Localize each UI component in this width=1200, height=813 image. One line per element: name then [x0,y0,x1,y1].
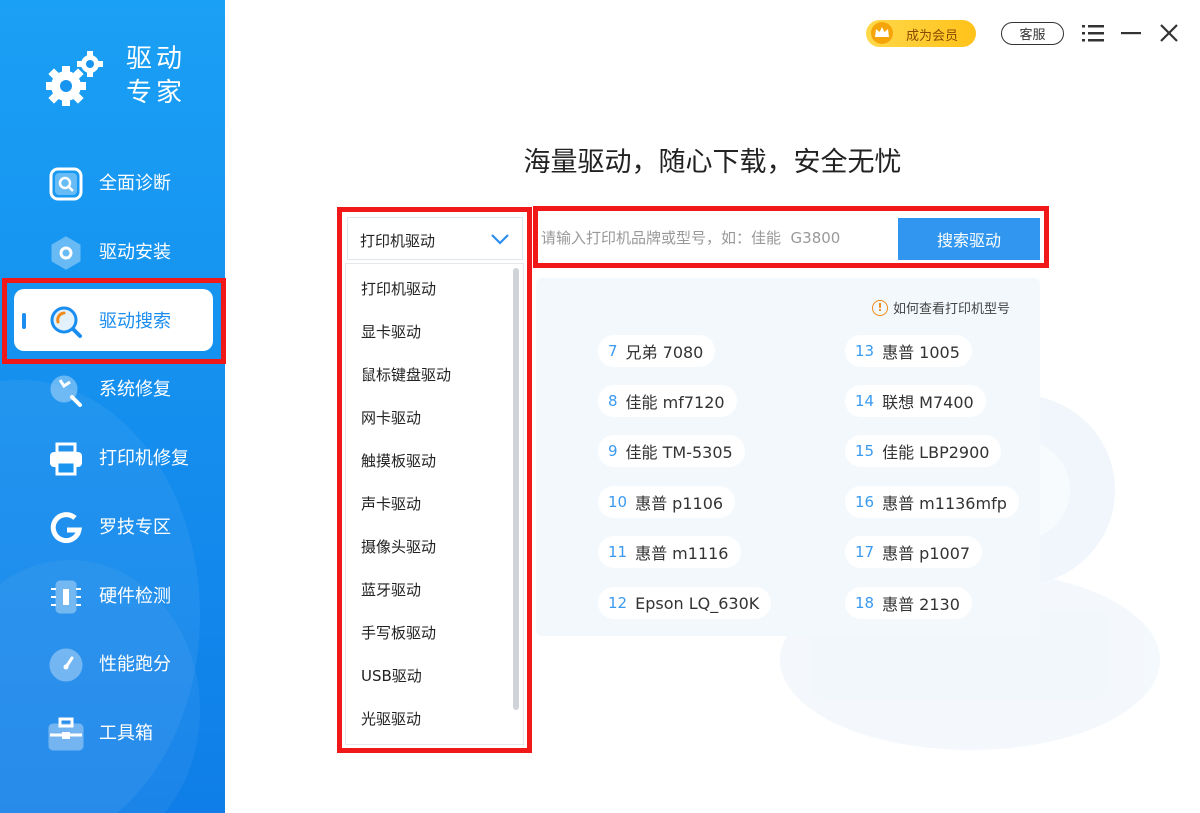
model-chip[interactable]: 15 佳能 LBP2900 [845,435,1002,467]
model-name: 联想 M7400 [882,393,974,412]
sidebar-item-label: 驱动安装 [99,242,171,263]
model-chip[interactable]: 7 兄弟 7080 [598,335,716,367]
sidebar-item-benchmark[interactable]: 性能跑分 [14,632,213,694]
sidebar-item-diagnosis[interactable]: 全面诊断 [14,151,213,213]
model-rank: 7 [608,342,618,360]
sidebar-item-label: 工具箱 [99,723,153,744]
highlight-frame-dropdown [337,207,532,753]
toolbox-icon [48,716,84,752]
model-name: 惠普 m1116 [635,544,729,563]
chip-icon [48,579,84,615]
model-chip[interactable]: 14 联想 M7400 [845,385,986,417]
speedometer-icon [48,647,84,683]
model-rank: 14 [855,392,875,410]
model-name: 佳能 TM-5305 [625,443,733,462]
highlight-frame-search [533,206,1049,268]
model-rank: 9 [608,442,618,460]
menu-button[interactable] [1080,20,1106,46]
sidebar: 驱动 专家 全面诊断 驱动安装 驱动搜索 系统修复 打印机修复 罗技专区 硬件检… [0,0,225,813]
model-rank: 11 [608,543,628,561]
app-title-line1: 驱动 [126,44,187,74]
model-name: 惠普 p1007 [882,544,971,563]
model-rank: 10 [608,493,628,511]
close-button[interactable] [1156,20,1182,46]
sidebar-item-system-repair[interactable]: 系统修复 [14,357,213,419]
model-rank: 15 [855,442,875,460]
sidebar-item-label: 打印机修复 [99,448,189,469]
app-title-line2: 专家 [126,78,187,108]
logitech-icon [48,510,84,546]
printer-icon [48,441,84,477]
model-name: Epson LQ_630K [635,593,760,613]
model-chip[interactable]: 8 佳能 mf7120 [598,385,737,417]
model-name: 惠普 p1106 [635,494,724,513]
model-rank: 13 [855,342,875,360]
menu-icon [1082,25,1104,42]
how-to-find-model-link[interactable]: ! 如何查看打印机型号 [872,298,1010,317]
model-chip[interactable]: 10 惠普 p1106 [598,486,736,518]
crown-icon [871,22,893,44]
model-chip[interactable]: 16 惠普 m1136mfp [845,486,1019,518]
sidebar-item-install[interactable]: 驱动安装 [14,220,213,282]
app-logo: 驱动 专家 [42,42,202,112]
model-name: 惠普 2130 [882,595,960,614]
model-chip[interactable]: 17 惠普 p1007 [845,536,983,568]
search-icon [48,166,84,202]
model-rank: 8 [608,392,618,410]
sidebar-item-label: 罗技专区 [99,517,171,538]
model-name: 兄弟 7080 [625,343,704,362]
page-headline: 海量驱动，随心下载，安全无忧 [523,147,902,178]
model-rank: 16 [855,493,875,511]
model-chip[interactable]: 18 惠普 2130 [845,587,972,619]
model-rank: 12 [608,594,628,612]
model-chip[interactable]: 9 佳能 TM-5305 [598,435,745,467]
model-name: 惠普 m1136mfp [882,494,1007,513]
model-name: 惠普 1005 [882,343,960,362]
wrench-icon [48,372,84,408]
model-chip[interactable]: 11 惠普 m1116 [598,536,741,568]
minimize-icon [1121,32,1141,35]
model-rank: 17 [855,543,875,561]
model-rank: 18 [855,594,875,612]
sidebar-item-logitech[interactable]: 罗技专区 [14,495,213,557]
hexagon-icon [48,235,84,271]
close-icon [1160,24,1178,42]
sidebar-item-hardware[interactable]: 硬件检测 [14,564,213,626]
warning-icon: ! [872,299,888,316]
how-to-label: 如何查看打印机型号 [893,302,1011,317]
sidebar-item-label: 系统修复 [99,379,171,400]
highlight-frame-nav [2,278,226,364]
minimize-button[interactable] [1118,20,1144,46]
model-chip[interactable]: 13 惠普 1005 [845,335,972,367]
customer-service-button[interactable]: 客服 [1001,22,1064,45]
vip-button[interactable]: 成为会员 [866,20,976,47]
model-name: 佳能 LBP2900 [882,443,990,462]
model-name: 佳能 mf7120 [625,393,725,412]
sidebar-item-label: 性能跑分 [99,654,171,675]
sidebar-item-label: 硬件检测 [99,586,171,607]
vip-label: 成为会员 [906,29,959,44]
app-title: 驱动 专家 [126,42,186,110]
sidebar-item-label: 全面诊断 [99,173,171,194]
model-chip[interactable]: 12 Epson LQ_630K [598,587,772,619]
sidebar-item-toolbox[interactable]: 工具箱 [14,701,213,763]
sidebar-item-printer-repair[interactable]: 打印机修复 [14,426,213,488]
gear-icon [46,51,103,106]
